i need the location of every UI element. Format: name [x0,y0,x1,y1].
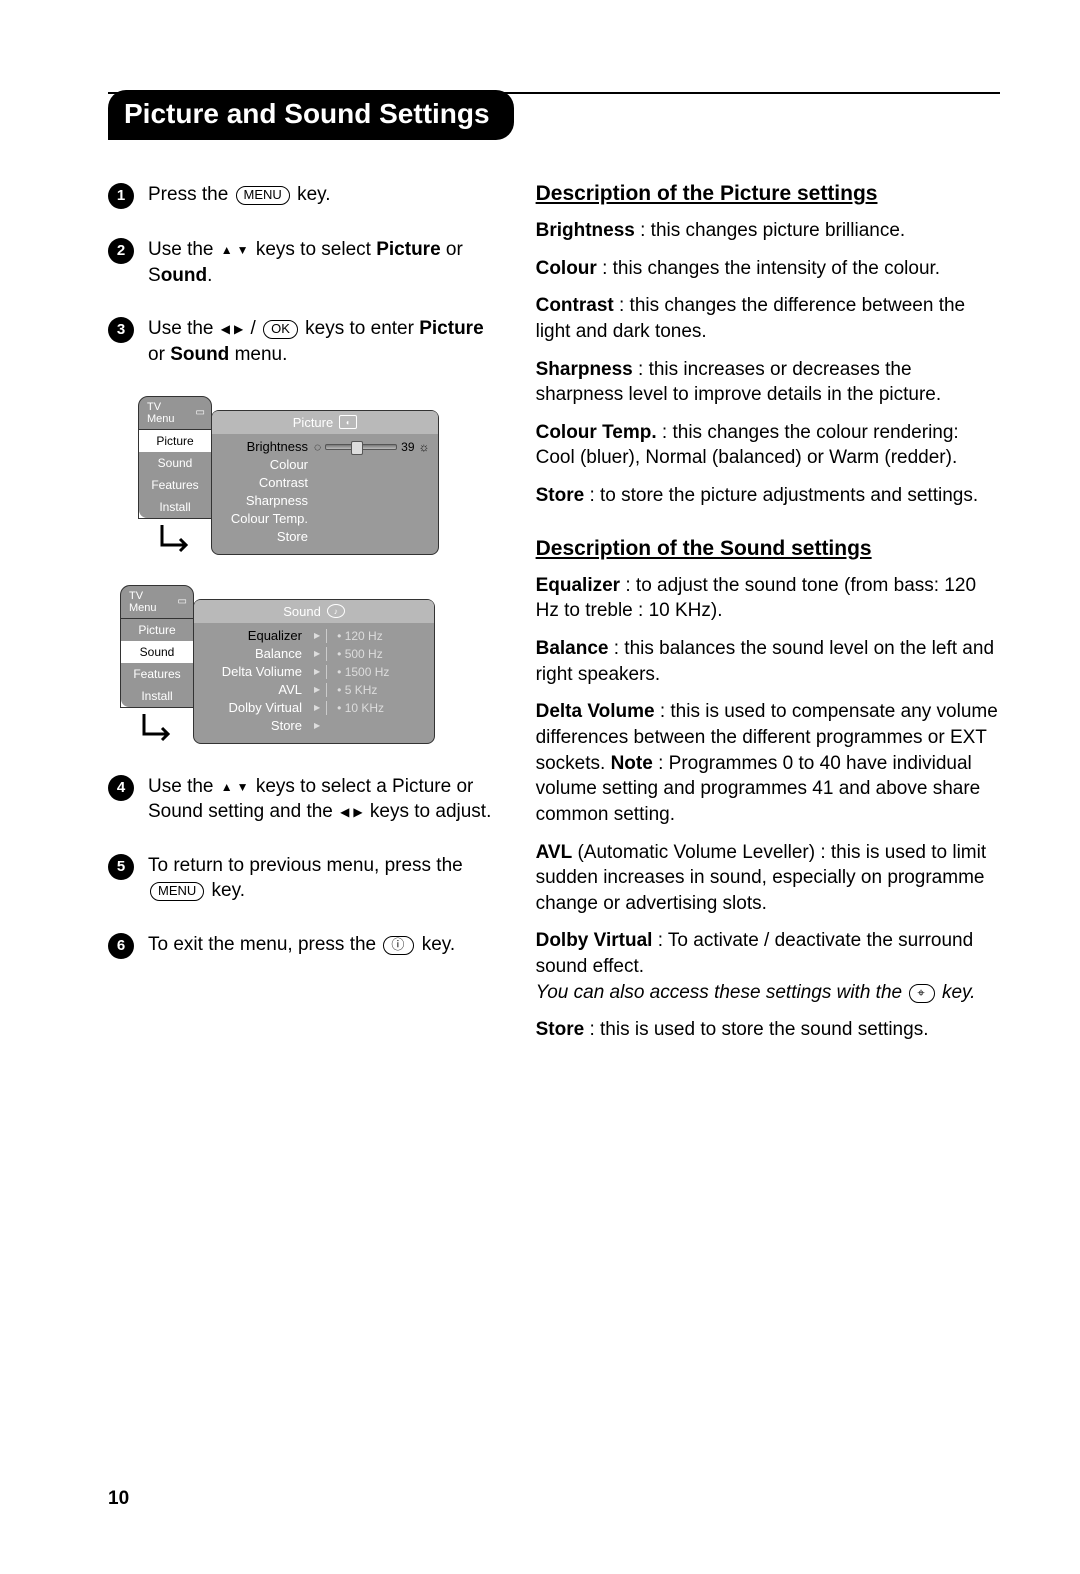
step-number: 5 [108,854,134,880]
desc-avl: AVL (Automatic Volume Leveller) : this i… [536,840,1000,917]
step-number: 4 [108,775,134,801]
osd-row: Sharpness [220,492,430,510]
osd-row: Contrast [220,474,430,492]
down-arrow-icon: ▼ [237,242,249,258]
ok-key-icon: OK [263,320,298,339]
step-2: 2 Use the ▲▼ keys to select Picture or S… [108,237,504,288]
right-arrow-icon: ▶ [234,321,243,337]
step-number: 2 [108,238,134,264]
brightness-slider: ◌ 39 ☼ [314,440,430,454]
step-1: 1 Press the MENU key. [108,182,504,209]
menu-key-icon: MENU [150,882,204,901]
desc-store: Store : to store the picture adjustments… [536,483,1000,509]
down-arrow-icon: ▼ [237,779,249,795]
right-arrow-icon: ▶ [353,804,362,820]
picture-icon: ◐ [339,415,357,429]
desc-colour: Colour : this changes the intensity of t… [536,256,1000,282]
up-arrow-icon: ▲ [221,779,233,795]
desc-equalizer: Equalizer : to adjust the sound tone (fr… [536,573,1000,624]
osd-row: Store [220,528,430,546]
osd-cat: Sound [139,452,211,474]
right-triangle-icon: ▶ [314,721,320,730]
osd-cat: Picture [121,619,193,641]
desc-sharpness: Sharpness : this increases or decreases … [536,357,1000,408]
osd-row: Brightness ◌ 39 ☼ [220,438,430,456]
desc-brightness: Brightness : this changes picture brilli… [536,218,1000,244]
desc-balance: Balance : this balances the sound level … [536,636,1000,687]
desc-colour-temp: Colour Temp. : this changes the colour r… [536,420,1000,471]
osd-row: Colour [220,456,430,474]
right-triangle-icon: ▶ [314,685,320,694]
surround-key-icon: ⌖ [909,984,934,1003]
osd-cat: Picture [139,430,211,452]
up-arrow-icon: ▲ [221,242,233,258]
left-arrow-icon: ◀ [221,321,230,337]
info-key-icon: ⓘ [383,936,414,955]
arrow-indicator-icon [120,714,194,746]
step-number: 3 [108,317,134,343]
osd-cat: Install [121,685,193,707]
left-arrow-icon: ◀ [340,804,349,820]
osd-row: Store▶ [202,717,426,735]
osd-row: Dolby Virtual▶• 10 KHz [202,699,426,717]
picture-settings-heading: Description of the Picture settings [536,182,1000,206]
osd-sound-screenshot: TV Menu▭ Picture Sound Features Install [120,585,504,746]
osd-cat: Features [121,663,193,685]
step-number: 6 [108,933,134,959]
right-triangle-icon: ▶ [314,703,320,712]
right-triangle-icon: ▶ [314,649,320,658]
sound-settings-heading: Description of the Sound settings [536,537,1000,561]
osd-row: Delta Voliume▶• 1500 Hz [202,663,426,681]
osd-row: Colour Temp. [220,510,430,528]
right-triangle-icon: ▶ [314,631,320,640]
osd-row: Balance▶• 500 Hz [202,645,426,663]
step-5: 5 To return to previous menu, press the … [108,853,504,904]
step-4: 4 Use the ▲▼ keys to select a Picture or… [108,774,504,825]
step-6: 6 To exit the menu, press the ⓘ key. [108,932,504,959]
page-number: 10 [108,1488,129,1510]
osd-picture-screenshot: TV Menu▭ Picture Sound Features Install [138,396,504,557]
tv-icon: ▭ [178,596,187,607]
desc-dolby-virtual: Dolby Virtual : To activate / deactivate… [536,928,1000,1005]
arrow-indicator-icon [138,525,212,557]
osd-row: AVL▶• 5 KHz [202,681,426,699]
section-title: Picture and Sound Settings [108,90,514,140]
osd-cat: Features [139,474,211,496]
sound-icon: ♪ [327,604,345,618]
menu-key-icon: MENU [236,186,290,205]
desc-contrast: Contrast : this changes the difference b… [536,293,1000,344]
step-number: 1 [108,183,134,209]
desc-sound-store: Store : this is used to store the sound … [536,1017,1000,1043]
sun-dim-icon: ◌ [314,440,321,454]
desc-delta-volume: Delta Volume : this is used to compensat… [536,699,1000,827]
osd-row: Equalizer▶• 120 Hz [202,627,426,645]
sun-bright-icon: ☼ [419,440,430,454]
step-3: 3 Use the ◀▶ / OK keys to enter Picture … [108,316,504,367]
right-triangle-icon: ▶ [314,667,320,676]
tv-icon: ▭ [196,407,205,418]
osd-cat: Sound [121,641,193,663]
osd-cat: Install [139,496,211,518]
